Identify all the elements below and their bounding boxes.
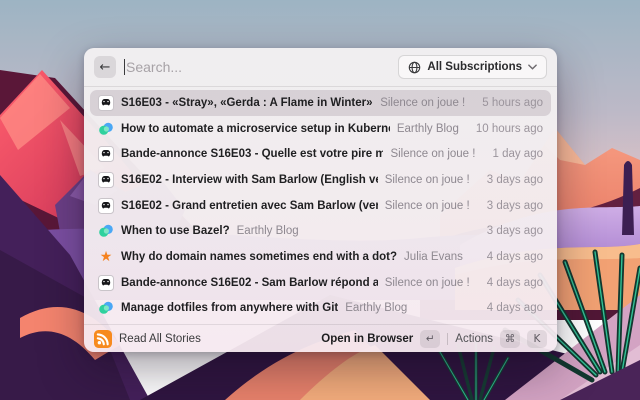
earthly-icon	[99, 122, 113, 135]
story-row[interactable]: ★ S16E02 - Interview with Sam Barlow (En…	[90, 167, 551, 193]
story-title: S16E02 - Grand entretien avec Sam Barlow…	[121, 199, 378, 212]
search-header: ← Search... All Subscriptions	[84, 48, 557, 86]
story-title: S16E02 - Interview with Sam Barlow (Engl…	[121, 173, 378, 186]
story-feed-name: Julia Evans	[404, 250, 463, 263]
story-row[interactable]: ★ S16E02 - Grand entretien avec Sam Barl…	[90, 193, 551, 219]
story-title: Why do domain names sometimes end with a…	[121, 250, 398, 263]
story-list: ★ S16E03 - «Stray», «Gerda : A Flame in …	[84, 87, 557, 324]
story-title: Manage dotfiles from anywhere with Git	[121, 302, 339, 315]
story-title: How to automate a microservice setup in …	[121, 122, 390, 135]
silence-on-joue-icon	[98, 94, 114, 111]
subscriptions-dropdown[interactable]: All Subscriptions	[398, 55, 547, 79]
footer-bar: Read All Stories Open in Browser ↵ Actio…	[84, 325, 557, 352]
subscriptions-dropdown-label: All Subscriptions	[427, 61, 522, 73]
story-feed-name: Silence on joue !	[384, 276, 470, 289]
silence-on-joue-icon	[98, 146, 114, 163]
back-arrow-icon: ←	[99, 59, 111, 75]
back-button[interactable]: ←	[94, 56, 116, 78]
silence-on-joue-icon	[98, 274, 114, 291]
story-row[interactable]: ★ Manage dotfiles from anywhere with Git…	[90, 295, 551, 321]
actions-button[interactable]: Actions	[455, 333, 493, 345]
story-row[interactable]: ★ When to use Bazel? Earthly Blog 3 days…	[90, 218, 551, 244]
story-timestamp: 4 days ago	[486, 276, 543, 289]
story-timestamp: 3 days ago	[486, 199, 543, 212]
story-favicon: ★	[98, 94, 114, 111]
story-favicon: ★	[98, 274, 114, 291]
story-favicon: ★	[98, 146, 114, 163]
globe-icon	[409, 61, 421, 73]
story-feed-name: Silence on joue !	[384, 199, 470, 212]
rss-icon	[94, 329, 112, 348]
silence-on-joue-icon	[98, 171, 114, 188]
story-title: Bande-annonce S16E02 - Sam Barlow répond…	[121, 276, 378, 289]
story-row[interactable]: ★ S16E03 - «Stray», «Gerda : A Flame in …	[90, 90, 551, 116]
story-row[interactable]: ★ Bande-annonce S16E03 - Quelle est votr…	[90, 141, 551, 167]
story-timestamp: 3 days ago	[486, 225, 543, 238]
story-favicon: ★	[98, 197, 114, 214]
read-all-stories-label: Read All Stories	[119, 332, 201, 345]
k-key-badge: K	[527, 329, 547, 348]
story-title: When to use Bazel?	[121, 225, 230, 238]
story-feed-name: Earthly Blog	[345, 302, 408, 315]
search-input[interactable]: Search...	[124, 59, 390, 75]
story-feed-name: Earthly Blog	[396, 122, 459, 135]
story-timestamp: 4 days ago	[486, 250, 543, 263]
text-caret	[124, 59, 125, 75]
story-favicon: ★	[98, 171, 114, 188]
story-title: S16E03 - «Stray», «Gerda : A Flame in Wi…	[121, 96, 374, 109]
chevron-down-icon	[528, 64, 537, 70]
cmd-key-badge: ⌘	[500, 329, 520, 348]
story-feed-name: Earthly Blog	[236, 225, 299, 238]
story-timestamp: 5 hours ago	[482, 96, 543, 109]
story-favicon: ★	[98, 249, 114, 265]
story-row[interactable]: ★ Why do domain names sometimes end with…	[90, 244, 551, 270]
story-timestamp: 1 day ago	[492, 148, 543, 161]
story-timestamp: 10 hours ago	[475, 122, 543, 135]
story-row[interactable]: ★ Bande-annonce S16E02 - Sam Barlow répo…	[90, 270, 551, 296]
silence-on-joue-icon	[98, 197, 114, 214]
return-key-badge: ↵	[420, 329, 441, 348]
footer-actions-divider	[447, 332, 449, 345]
story-favicon: ★	[98, 121, 114, 137]
open-in-browser-button[interactable]: Open in Browser	[321, 333, 413, 345]
search-placeholder: Search...	[126, 59, 183, 75]
earthly-icon	[99, 224, 113, 237]
story-timestamp: 4 days ago	[486, 302, 543, 315]
star-icon: ★	[99, 248, 113, 265]
story-favicon: ★	[98, 300, 114, 316]
story-feed-name: Silence on joue !	[380, 96, 466, 109]
earthly-icon	[99, 302, 113, 315]
story-timestamp: 3 days ago	[486, 173, 543, 186]
story-feed-name: Silence on joue !	[384, 173, 470, 186]
story-feed-name: Silence on joue !	[390, 148, 476, 161]
story-title: Bande-annonce S16E03 - Quelle est votre …	[121, 148, 384, 161]
story-favicon: ★	[98, 223, 114, 239]
rss-search-panel: ← Search... All Subscriptions S16E03 - «…	[84, 48, 557, 352]
story-row[interactable]: ★ How to automate a microservice setup i…	[90, 116, 551, 142]
